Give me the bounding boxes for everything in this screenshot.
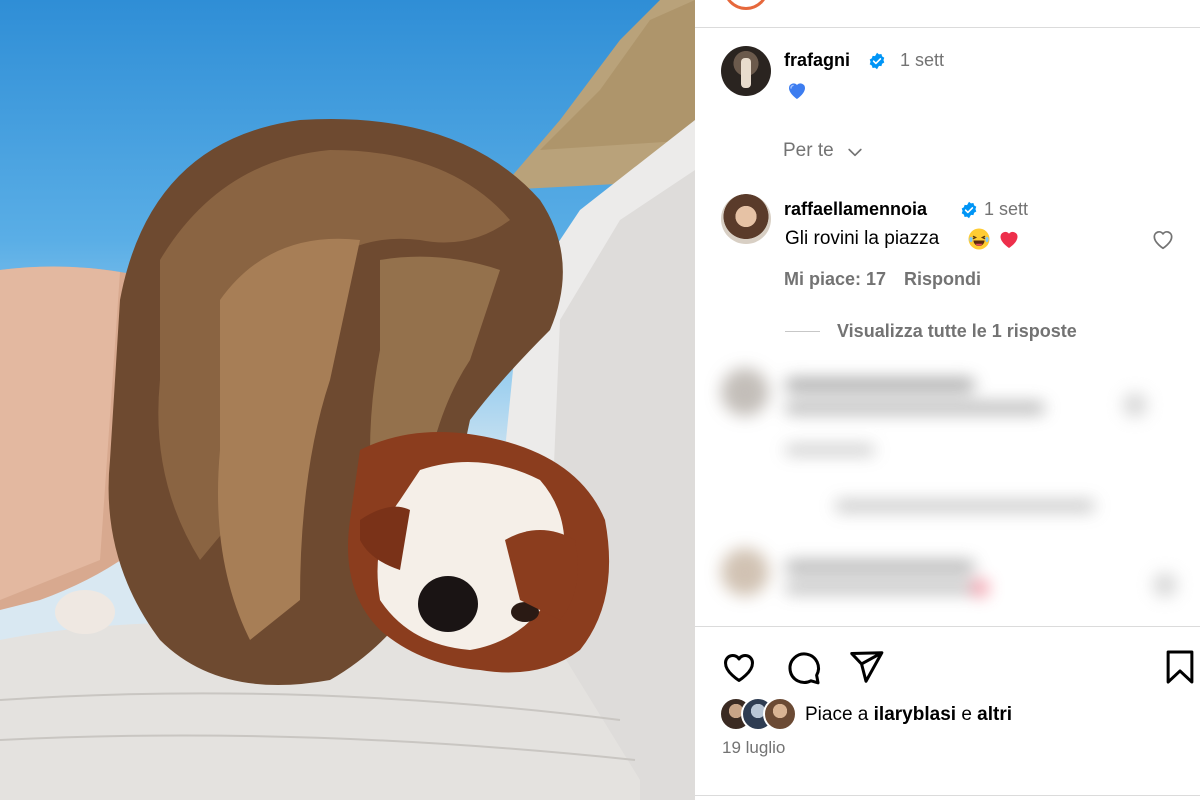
- liked-by-prefix: Piace a: [805, 704, 874, 725]
- chevron-down-icon[interactable]: [845, 142, 865, 162]
- comment-time[interactable]: 1 sett: [984, 199, 1028, 220]
- story-ring[interactable]: [723, 0, 769, 10]
- comment-text: Gli rovini la piazza: [785, 228, 940, 249]
- liked-by-text: Piace a ilaryblasi e altri: [805, 704, 1012, 726]
- divider: [695, 626, 1200, 627]
- liker-avatar[interactable]: [763, 697, 797, 731]
- heart-icon[interactable]: [720, 648, 758, 686]
- laughing-emoji: [968, 228, 990, 250]
- post-photo[interactable]: [0, 0, 695, 800]
- send-icon[interactable]: [847, 648, 885, 686]
- verified-badge-icon: [961, 201, 977, 219]
- liked-by-user[interactable]: ilaryblasi: [874, 704, 956, 725]
- divider: [695, 795, 1200, 796]
- comment-filter-label[interactable]: Per te: [783, 140, 834, 162]
- post-image: [0, 0, 695, 800]
- verified-badge-icon: [869, 52, 885, 70]
- divider: [695, 27, 1200, 28]
- post-sidebar: frafagni 1 sett Per te raffaellamennoia …: [695, 0, 1200, 800]
- reply-button[interactable]: Rispondi: [904, 269, 981, 290]
- comment-icon[interactable]: [784, 648, 822, 686]
- comment-likes-count[interactable]: Mi piace: 17: [784, 269, 886, 290]
- post-date[interactable]: 19 luglio: [722, 738, 785, 758]
- red-heart-emoji: [1000, 231, 1018, 248]
- replies-divider: [785, 331, 820, 332]
- view-replies-button[interactable]: Visualizza tutte le 1 risposte: [837, 321, 1077, 342]
- author-avatar[interactable]: [721, 46, 771, 96]
- comment-like-heart-icon[interactable]: [1150, 226, 1176, 252]
- commenter-avatar[interactable]: [721, 194, 771, 244]
- liker-avatars[interactable]: [719, 697, 809, 731]
- author-username[interactable]: frafagni: [784, 50, 850, 71]
- author-post-time[interactable]: 1 sett: [900, 50, 944, 71]
- liked-by-middle: e: [956, 704, 978, 725]
- liked-by-others[interactable]: altri: [977, 704, 1012, 725]
- blurred-comments: [721, 368, 1177, 597]
- commenter-username[interactable]: raffaellamennoia: [784, 199, 927, 220]
- bookmark-icon[interactable]: [1161, 648, 1199, 686]
- blue-heart-icon: [789, 83, 805, 99]
